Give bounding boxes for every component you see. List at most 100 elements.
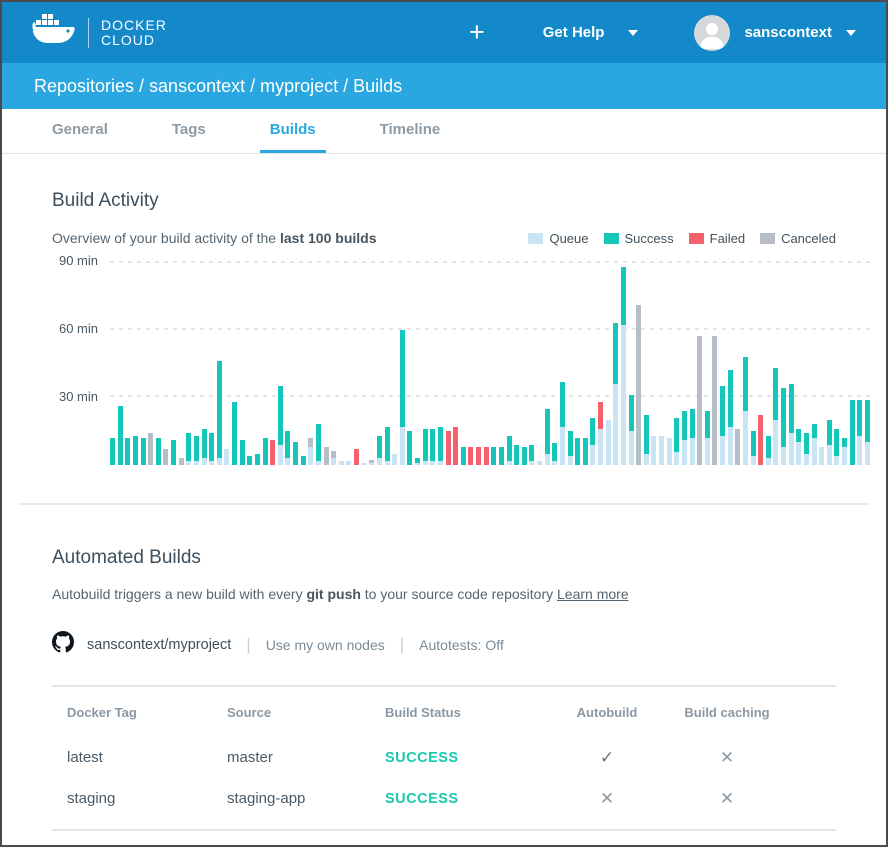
build-bar-2[interactable] [125, 438, 130, 465]
build-bar-76[interactable] [690, 409, 695, 465]
build-bar-55[interactable] [529, 445, 534, 465]
build-bar-50[interactable] [491, 447, 496, 465]
docker-cloud-logo[interactable]: DOCKER CLOUD [32, 13, 167, 52]
build-bar-14[interactable] [217, 361, 222, 465]
build-bar-31[interactable] [346, 461, 351, 466]
build-bar-71[interactable] [651, 436, 656, 465]
build-bar-67[interactable] [621, 267, 626, 465]
avatar[interactable] [694, 15, 730, 51]
build-bar-32[interactable] [354, 449, 359, 465]
build-bar-70[interactable] [644, 415, 649, 465]
build-bar-57[interactable] [545, 409, 550, 465]
build-bar-64[interactable] [598, 402, 603, 465]
build-bar-44[interactable] [446, 431, 451, 465]
build-bar-90[interactable] [796, 429, 801, 465]
build-bar-99[interactable] [865, 400, 870, 465]
build-bar-42[interactable] [430, 429, 435, 465]
build-bar-74[interactable] [674, 418, 679, 465]
build-bar-49[interactable] [484, 447, 489, 465]
cell-build-caching-toggle[interactable]: ✕ [647, 789, 807, 809]
build-bar-98[interactable] [857, 400, 862, 465]
build-bar-79[interactable] [712, 336, 717, 465]
build-bar-83[interactable] [743, 357, 748, 465]
build-bar-5[interactable] [148, 433, 153, 465]
build-bar-65[interactable] [606, 420, 611, 465]
build-bar-35[interactable] [377, 436, 382, 465]
build-bar-78[interactable] [705, 411, 710, 465]
build-bar-60[interactable] [568, 431, 573, 465]
build-bar-77[interactable] [697, 336, 702, 465]
build-bar-46[interactable] [461, 447, 466, 465]
build-bar-23[interactable] [285, 431, 290, 465]
build-bar-4[interactable] [141, 438, 146, 465]
build-bar-68[interactable] [629, 395, 634, 465]
build-bar-30[interactable] [339, 461, 344, 466]
build-bar-28[interactable] [324, 447, 329, 465]
build-bar-22[interactable] [278, 386, 283, 465]
build-bar-38[interactable] [400, 330, 405, 465]
build-bar-48[interactable] [476, 447, 481, 465]
build-bar-24[interactable] [293, 442, 298, 465]
build-bar-97[interactable] [850, 400, 855, 465]
build-bar-80[interactable] [720, 386, 725, 465]
build-bar-54[interactable] [522, 447, 527, 465]
build-bar-53[interactable] [514, 445, 519, 465]
cell-build-caching-toggle[interactable]: ✕ [647, 748, 807, 768]
user-menu[interactable]: sanscontext [694, 15, 856, 51]
tab-general[interactable]: General [42, 109, 118, 153]
build-bar-39[interactable] [407, 431, 412, 465]
build-bar-85[interactable] [758, 415, 763, 465]
build-bar-8[interactable] [171, 440, 176, 465]
breadcrumb[interactable]: Repositories / sanscontext / myproject /… [34, 76, 402, 97]
learn-more-link[interactable]: Learn more [557, 586, 629, 602]
build-bar-43[interactable] [438, 427, 443, 465]
build-bar-12[interactable] [202, 429, 207, 465]
build-bar-40[interactable] [415, 458, 420, 465]
build-bar-91[interactable] [804, 433, 809, 465]
repo-name[interactable]: sanscontext/myproject [87, 637, 231, 653]
build-bar-82[interactable] [735, 429, 740, 465]
build-bar-1[interactable] [118, 406, 123, 465]
build-bar-66[interactable] [613, 323, 618, 465]
build-bar-51[interactable] [499, 447, 504, 465]
build-bar-89[interactable] [789, 384, 794, 465]
build-bar-26[interactable] [308, 438, 313, 465]
build-bar-13[interactable] [209, 433, 214, 465]
build-bar-61[interactable] [575, 438, 580, 465]
build-bar-20[interactable] [263, 438, 268, 465]
build-bar-73[interactable] [667, 438, 672, 465]
build-bar-25[interactable] [301, 456, 306, 465]
build-bar-9[interactable] [179, 458, 184, 465]
tab-timeline[interactable]: Timeline [370, 109, 451, 153]
tab-tags[interactable]: Tags [162, 109, 216, 153]
cell-build-status[interactable]: SUCCESS [385, 791, 567, 807]
build-bar-6[interactable] [156, 438, 161, 465]
build-bar-37[interactable] [392, 454, 397, 465]
build-bar-62[interactable] [583, 438, 588, 465]
build-bar-63[interactable] [590, 418, 595, 465]
build-bar-15[interactable] [224, 449, 229, 465]
build-bar-3[interactable] [133, 436, 138, 465]
build-bar-72[interactable] [659, 436, 664, 465]
build-bar-18[interactable] [247, 456, 252, 465]
build-bar-86[interactable] [766, 436, 771, 465]
build-bar-95[interactable] [834, 429, 839, 465]
cell-autobuild-toggle[interactable]: ✓ [567, 748, 647, 768]
build-bar-92[interactable] [812, 424, 817, 465]
build-bar-58[interactable] [552, 443, 557, 466]
build-bar-56[interactable] [537, 461, 542, 466]
build-bar-34[interactable] [369, 460, 374, 465]
build-bar-96[interactable] [842, 438, 847, 465]
cell-build-status[interactable]: SUCCESS [385, 750, 567, 766]
build-bar-33[interactable] [362, 463, 367, 465]
build-bar-52[interactable] [507, 436, 512, 465]
build-bar-93[interactable] [819, 447, 824, 465]
tab-builds[interactable]: Builds [260, 109, 326, 153]
build-bar-16[interactable] [232, 402, 237, 465]
build-bar-75[interactable] [682, 411, 687, 465]
build-bar-94[interactable] [827, 420, 832, 465]
get-help-menu[interactable]: Get Help [543, 24, 639, 41]
build-bar-36[interactable] [385, 427, 390, 465]
build-bar-87[interactable] [773, 368, 778, 465]
build-bar-41[interactable] [423, 429, 428, 465]
